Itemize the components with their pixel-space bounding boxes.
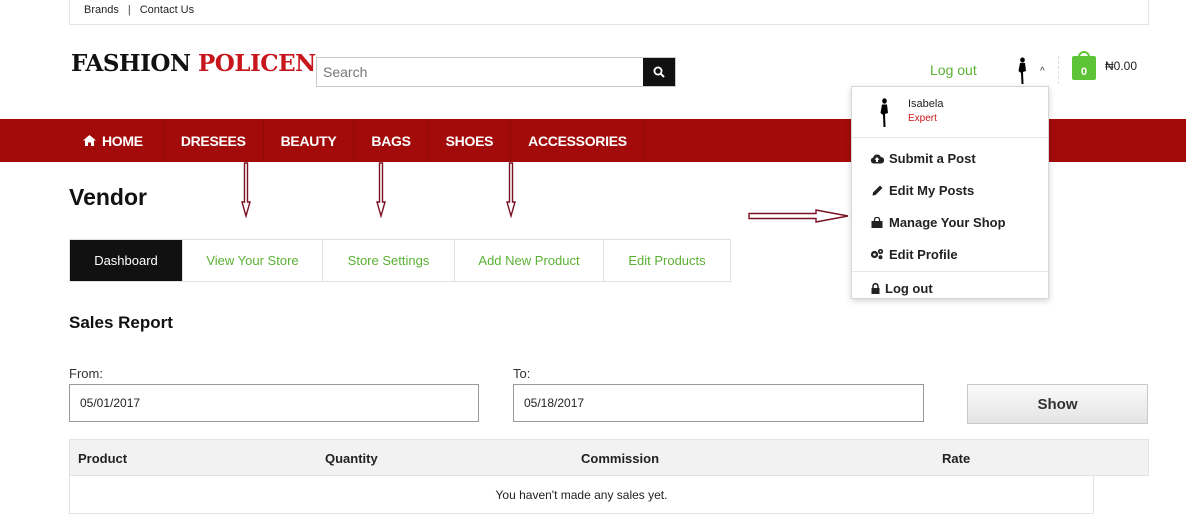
annotation-arrow-down-icon (506, 162, 516, 218)
table-empty-row: You haven't made any sales yet. (69, 476, 1094, 514)
tab-dashboard[interactable]: Dashboard (70, 240, 183, 281)
tab-edit-products[interactable]: Edit Products (604, 240, 730, 281)
menu-item-submit-post[interactable]: Submit a Post (852, 142, 1048, 174)
site-logo[interactable]: FASHION POLICENg (71, 50, 329, 77)
dropdown-user-role: Expert (908, 113, 937, 124)
chevron-up-icon[interactable]: ^ (1040, 66, 1045, 77)
show-button[interactable]: Show (967, 384, 1148, 424)
cart-bag-icon (1078, 51, 1090, 58)
header-divider (1058, 56, 1059, 84)
column-header-commission: Commission (581, 451, 660, 466)
user-dropdown-menu: Isabela Expert Submit a Post Edit My Pos… (851, 86, 1049, 299)
to-date-field[interactable] (513, 384, 924, 422)
tab-store-settings[interactable]: Store Settings (323, 240, 455, 281)
dropdown-user-name: Isabela (908, 98, 944, 110)
column-header-quantity: Quantity (325, 451, 378, 466)
nav-item-home[interactable]: HOME (69, 119, 164, 162)
annotation-arrow-down-icon (241, 162, 251, 218)
column-header-rate: Rate (942, 451, 971, 466)
search-box (316, 57, 676, 87)
cart-total: ₦0.00 (1105, 59, 1138, 73)
cloud-upload-icon (870, 153, 884, 164)
annotation-arrow-right-icon (748, 209, 849, 223)
column-header-product: Product (78, 451, 128, 466)
top-links-bar: Brands | Contact Us (69, 0, 1149, 25)
menu-item-log-out[interactable]: Log out (852, 272, 1048, 304)
search-button[interactable] (643, 58, 675, 86)
to-label: To: (513, 366, 531, 381)
nav-item-dresees[interactable]: DRESEES (164, 119, 264, 162)
pencil-icon (870, 185, 884, 196)
dropdown-user-info: Isabela Expert (852, 87, 1048, 138)
from-label: From: (69, 366, 103, 381)
table-header: Product Quantity Commission Rate (69, 439, 1149, 476)
cart-button[interactable]: 0 (1072, 51, 1096, 80)
nav-item-shoes[interactable]: SHOES (429, 119, 512, 162)
page-title: Vendor (69, 184, 147, 210)
brands-link[interactable]: Brands (84, 4, 119, 16)
nav-item-accessories[interactable]: ACCESSORIES (511, 119, 645, 162)
nav-item-beauty[interactable]: BEAUTY (264, 119, 355, 162)
sales-table: Product Quantity Commission Rate You hav… (69, 439, 1149, 514)
gears-icon (870, 248, 884, 260)
nav-item-bags[interactable]: BAGS (354, 119, 429, 162)
search-icon (653, 66, 665, 78)
vendor-tabs: Dashboard View Your Store Store Settings… (69, 239, 731, 282)
shopping-bag-icon (870, 216, 884, 228)
empty-message: You haven't made any sales yet. (495, 487, 668, 502)
from-date-field[interactable] (69, 384, 479, 422)
annotation-arrow-down-icon (376, 162, 386, 218)
header-logout-link[interactable]: Log out (930, 62, 977, 78)
menu-item-edit-profile[interactable]: Edit Profile (852, 238, 1048, 270)
link-separator: | (127, 4, 131, 16)
home-icon (83, 135, 96, 146)
sales-report-title: Sales Report (69, 313, 173, 332)
tab-add-new-product[interactable]: Add New Product (455, 240, 604, 281)
search-input[interactable] (317, 58, 643, 86)
lock-icon (870, 282, 880, 294)
user-avatar-icon (880, 98, 888, 127)
user-avatar-icon[interactable] (1016, 57, 1028, 85)
cart-count: 0 (1080, 66, 1088, 78)
menu-item-edit-my-posts[interactable]: Edit My Posts (852, 174, 1048, 206)
menu-item-manage-your-shop[interactable]: Manage Your Shop (852, 206, 1048, 238)
contact-us-link[interactable]: Contact Us (140, 4, 194, 16)
tab-view-your-store[interactable]: View Your Store (183, 240, 323, 281)
